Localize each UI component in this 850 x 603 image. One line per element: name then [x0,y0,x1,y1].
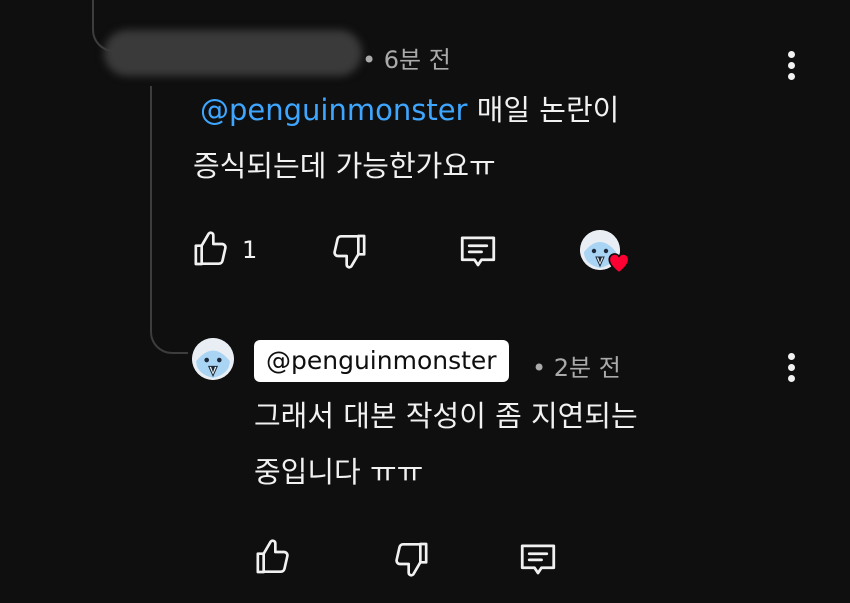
reply-text-line2: 중입니다 ㅠㅠ [254,455,424,489]
reply-text-line1: 그래서 대본 작성이 좀 지연되는 [254,399,638,433]
redacted-username [104,30,362,76]
reply-reply-comment-icon[interactable] [516,538,560,580]
thread-connector-reply [150,300,188,354]
thumbs-down-icon[interactable] [330,230,370,272]
reply-thumbs-up-icon[interactable] [252,536,292,578]
creator-heart-badge [578,228,638,278]
comment-timestamp: • 6분 전 [362,46,451,74]
thumbs-up-icon[interactable] [190,228,230,270]
reply-timestamp: • 2분 전 [532,354,621,382]
reply-more-menu-icon[interactable] [787,353,797,386]
comment-more-menu-icon[interactable] [787,51,797,84]
comment-mention-link[interactable]: @penguinmonster [200,93,467,127]
comment-text-line2: 증식되는데 가능한가요ㅠ [193,149,496,183]
heart-icon [606,250,632,278]
thread-line [150,86,152,302]
reply-author-avatar[interactable] [192,338,234,380]
reply-thumbs-down-icon[interactable] [392,538,432,580]
comment-text-rest: 매일 논란이 [467,93,620,127]
comment-text-line1: @penguinmonster 매일 논란이 [200,80,619,140]
reply-comment-icon[interactable] [456,230,500,272]
reply-author-chip[interactable]: @penguinmonster [254,340,509,382]
like-count: 1 [242,236,258,264]
